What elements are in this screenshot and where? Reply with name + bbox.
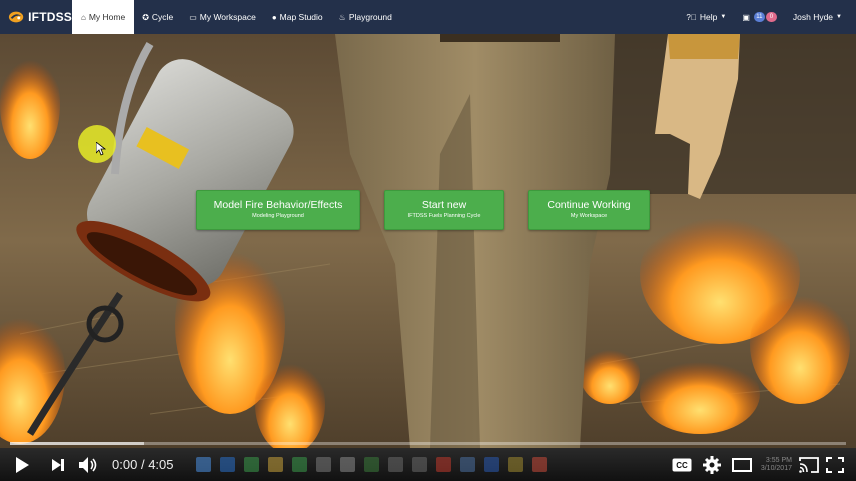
nav-playground[interactable]: ♨ Playground (331, 0, 400, 34)
help-circle-icon: ?⃝ (686, 12, 697, 22)
continue-working-button[interactable]: Continue Working My Workspace (528, 190, 650, 230)
help-label: Help (699, 12, 718, 22)
captions-button[interactable]: CC (667, 448, 697, 481)
video-controls: 0:00 / 4:05 CC 3:55 PM 3/10/2017 (0, 448, 856, 481)
spreadsheet-icon (292, 457, 307, 472)
system-clock: 3:55 PM 3/10/2017 (761, 457, 792, 473)
bell-icon: ▣ (742, 12, 750, 22)
volume-icon (79, 456, 97, 473)
settings-button[interactable] (697, 448, 727, 481)
app-icon (316, 457, 331, 472)
nav-my-home[interactable]: ⌂ My Home (72, 0, 135, 34)
model-fire-behavior-label: Model Fire Behavior/Effects (213, 199, 343, 211)
clock-date: 3/10/2017 (760, 464, 792, 472)
flame-icon: ♨ (338, 12, 346, 22)
iftdss-logo-icon (8, 11, 24, 23)
chevron-down-icon: ▼ (836, 14, 842, 20)
excel-icon (244, 457, 259, 472)
nav-my-home-label: My Home (88, 12, 126, 22)
brand-logo[interactable]: IFTDSS (0, 0, 72, 34)
start-new-cycle-button[interactable]: Start new IFTDSS Fuels Planning Cycle (384, 190, 504, 230)
nav-map-studio-label: Map Studio (279, 12, 323, 22)
hero-background-photo: Model Fire Behavior/Effects Modeling Pla… (0, 34, 856, 448)
player-right-controls: CC 3:55 PM 3/10/2017 (667, 448, 856, 481)
prescribed-burn-photo (0, 34, 856, 448)
closed-captions-icon: CC (672, 458, 692, 471)
play-button[interactable] (0, 448, 44, 481)
chevron-down-icon: ▼ (720, 14, 727, 20)
time-total: 4:05 (148, 457, 174, 472)
nav-my-workspace[interactable]: ▭ My Workspace (181, 0, 264, 34)
play-icon (16, 456, 29, 473)
time-separator: / (140, 457, 145, 472)
video-progress-bar[interactable] (10, 442, 846, 445)
notification-count-badge: 11 (753, 12, 765, 22)
nav-cycle-label: Cycle (151, 12, 174, 22)
mouse-pointer-icon (96, 142, 106, 156)
gear-icon (702, 455, 721, 474)
alert-count-badge: 0 (765, 12, 777, 22)
nav-my-workspace-label: My Workspace (199, 12, 256, 22)
next-button[interactable] (44, 448, 72, 481)
model-fire-behavior-button[interactable]: Model Fire Behavior/Effects Modeling Pla… (196, 190, 360, 230)
help-menu[interactable]: ?⃝ Help ▼ (678, 0, 734, 34)
notifications-menu[interactable]: ▣ 11 0 (734, 0, 785, 34)
calculator-icon (340, 457, 355, 472)
document-icon (364, 457, 379, 472)
user-menu[interactable]: Josh Hyde ▼ (785, 0, 856, 34)
nav-right-group: ?⃝ Help ▼ ▣ 11 0 Josh Hyde ▼ (678, 0, 856, 34)
theater-mode-button[interactable] (727, 448, 757, 481)
nav-map-studio[interactable]: ● Map Studio (264, 0, 331, 34)
map-marker-icon: ● (271, 12, 277, 22)
background-taskbar-icons (192, 448, 552, 481)
fullscreen-icon (826, 456, 844, 473)
folder-icon (268, 457, 283, 472)
home-icon: ⌂ (81, 12, 86, 22)
video-time-display: 0:00 / 4:05 (112, 457, 174, 472)
volume-button[interactable] (72, 448, 104, 481)
skip-next-icon (52, 458, 64, 471)
fullscreen-button[interactable] (822, 448, 848, 481)
word-icon (484, 457, 499, 472)
continue-working-sublabel: My Workspace (570, 213, 608, 219)
app-navbar: IFTDSS ⌂ My Home ✪ Cycle ▭ My Workspace … (0, 0, 856, 34)
app-icon (388, 457, 403, 472)
app-icon (532, 457, 547, 472)
browser-icon (196, 457, 211, 472)
cycle-icon: ✪ (142, 12, 149, 22)
workspace-icon: ▭ (189, 12, 197, 22)
brand-name: IFTDSS (28, 10, 72, 24)
app-icon (412, 457, 427, 472)
model-fire-behavior-sublabel: Modeling Playground (252, 213, 304, 219)
video-buffered-fill (10, 442, 144, 445)
theater-mode-icon (731, 457, 752, 472)
nav-cycle[interactable]: ✪ Cycle (134, 0, 181, 34)
start-new-sublabel: IFTDSS Fuels Planning Cycle (407, 213, 481, 219)
cast-icon (799, 456, 819, 473)
time-current: 0:00 (112, 457, 138, 472)
app-icon (508, 457, 523, 472)
user-name: Josh Hyde (792, 12, 834, 22)
app-icon (436, 457, 451, 472)
app-icon (460, 457, 475, 472)
clock-time: 3:55 PM (765, 456, 792, 464)
start-new-label: Start new (421, 199, 467, 211)
continue-working-label: Continue Working (547, 199, 631, 211)
nav-playground-label: Playground (348, 12, 392, 22)
svg-text:CC: CC (676, 461, 688, 470)
outlook-icon (220, 457, 235, 472)
cast-button[interactable] (796, 448, 822, 481)
